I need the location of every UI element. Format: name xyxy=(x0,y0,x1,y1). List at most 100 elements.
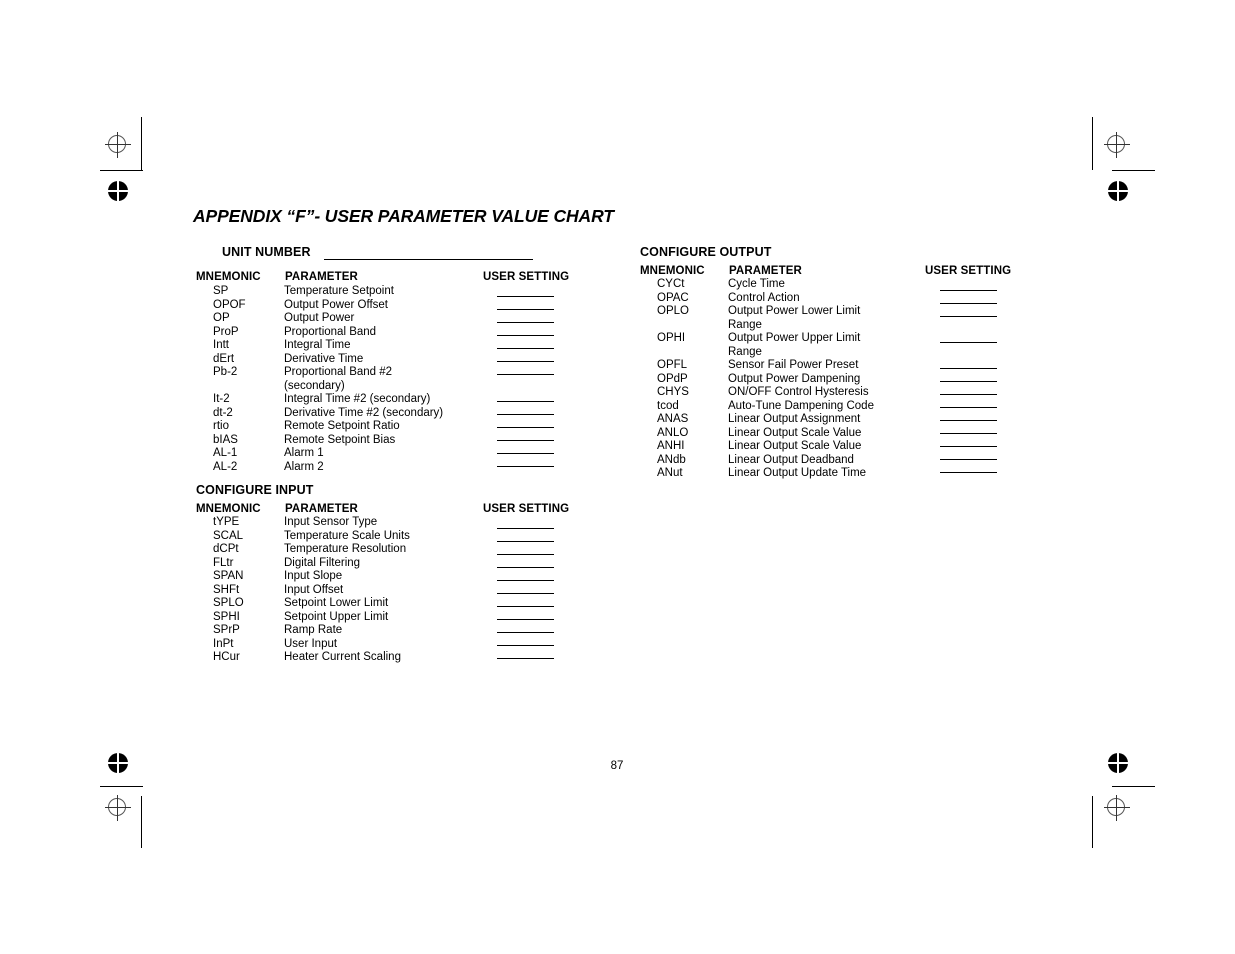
user-setting-line[interactable] xyxy=(497,619,554,620)
row-parameter: Input Slope xyxy=(284,570,343,582)
row-parameter: Temperature Scale Units xyxy=(284,529,410,542)
column-header-parameter-input: PARAMETER xyxy=(285,503,358,515)
user-setting-line[interactable] xyxy=(497,580,554,581)
user-setting-line[interactable] xyxy=(940,433,997,434)
row-parameter: Derivative Time xyxy=(284,352,364,365)
table-row: OP Output Power xyxy=(196,312,556,326)
user-setting-line[interactable] xyxy=(940,368,997,369)
table-row-continuation: Range xyxy=(640,319,1000,333)
registration-dot-icon-top-left xyxy=(108,181,128,201)
user-setting-line[interactable] xyxy=(940,420,997,421)
row-mnemonic: SHFt xyxy=(213,583,240,596)
row-parameter: Linear Output Assignment xyxy=(728,413,861,425)
row-mnemonic: ANHI xyxy=(657,440,685,452)
table-row: ANut Linear Output Update Time xyxy=(640,467,1000,481)
row-mnemonic: bIAS xyxy=(213,433,238,446)
user-setting-line[interactable] xyxy=(940,407,997,408)
registration-target-icon-top-right xyxy=(1104,132,1130,158)
row-parameter: Range xyxy=(728,345,762,358)
row-mnemonic: OPOF xyxy=(213,298,246,311)
row-mnemonic: Pb-2 xyxy=(213,366,238,378)
column-header-user-setting-input: USER SETTING xyxy=(483,503,570,515)
crop-mark-top-right-horizontal xyxy=(1112,170,1155,171)
page-number: 87 xyxy=(610,760,624,772)
section-heading-configure-output: CONFIGURE OUTPUT xyxy=(640,245,772,259)
user-setting-line[interactable] xyxy=(497,645,554,646)
row-parameter: Proportional Band #2 xyxy=(284,366,393,378)
user-setting-line[interactable] xyxy=(497,427,554,428)
user-setting-line[interactable] xyxy=(940,394,997,395)
row-parameter: Remote Setpoint Bias xyxy=(284,433,396,446)
table-row: AL-2 Alarm 2 xyxy=(196,461,556,475)
user-setting-line[interactable] xyxy=(497,528,554,529)
row-parameter: Output Power xyxy=(284,312,355,324)
unit-number-input-line[interactable] xyxy=(324,259,533,260)
row-parameter: Sensor Fail Power Preset xyxy=(728,359,859,371)
crop-mark-bottom-left-vertical xyxy=(141,796,142,848)
row-mnemonic: InPt xyxy=(213,637,234,650)
user-setting-line[interactable] xyxy=(497,567,554,568)
table-row: SPHI Setpoint Upper Limit xyxy=(196,611,556,625)
user-setting-line[interactable] xyxy=(497,414,554,415)
row-mnemonic: ANut xyxy=(657,467,683,479)
user-setting-line[interactable] xyxy=(497,348,554,349)
row-parameter: Remote Setpoint Ratio xyxy=(284,420,400,432)
user-setting-line[interactable] xyxy=(497,658,554,659)
column-header-parameter-left: PARAMETER xyxy=(285,271,358,283)
user-setting-line[interactable] xyxy=(940,303,997,304)
crop-mark-bottom-right-horizontal xyxy=(1112,786,1155,787)
user-setting-line[interactable] xyxy=(497,606,554,607)
row-mnemonic: FLtr xyxy=(213,556,234,569)
user-setting-line[interactable] xyxy=(940,459,997,460)
row-mnemonic: OPLO xyxy=(657,305,689,317)
table-row: OPFL Sensor Fail Power Preset xyxy=(640,359,1000,373)
user-setting-line[interactable] xyxy=(497,296,554,297)
registration-target-icon-bottom-left xyxy=(105,795,131,821)
row-parameter: Output Power Upper Limit xyxy=(728,332,861,344)
user-setting-line[interactable] xyxy=(497,401,554,402)
row-mnemonic: OPdP xyxy=(657,372,688,385)
user-setting-line[interactable] xyxy=(940,472,997,473)
row-parameter: Ramp Rate xyxy=(284,624,343,636)
user-setting-line[interactable] xyxy=(497,593,554,594)
user-setting-line[interactable] xyxy=(940,342,997,343)
user-setting-line[interactable] xyxy=(497,374,554,375)
user-setting-line[interactable] xyxy=(497,632,554,633)
row-mnemonic: SPAN xyxy=(213,570,244,582)
section-heading-configure-input: CONFIGURE INPUT xyxy=(196,483,314,497)
row-parameter: Input Sensor Type xyxy=(284,516,378,528)
column-header-user-setting-left: USER SETTING xyxy=(483,271,570,283)
user-setting-line[interactable] xyxy=(940,316,997,317)
table-row: SPAN Input Slope xyxy=(196,570,556,584)
row-mnemonic: SPHI xyxy=(213,610,240,623)
user-setting-line[interactable] xyxy=(497,440,554,441)
user-setting-line[interactable] xyxy=(940,446,997,447)
column-header-parameter-output: PARAMETER xyxy=(729,265,802,277)
row-parameter: Alarm 2 xyxy=(284,460,324,473)
unit-number-rows: SP Temperature Setpoint OPOF Output Power … xyxy=(196,285,556,474)
row-parameter: Derivative Time #2 (secondary) xyxy=(284,406,444,419)
table-row: Intt Integral Time xyxy=(196,339,556,353)
row-mnemonic: AL-2 xyxy=(213,460,238,473)
user-setting-line[interactable] xyxy=(497,361,554,362)
user-setting-line[interactable] xyxy=(940,381,997,382)
user-setting-line[interactable] xyxy=(940,290,997,291)
table-row: OPdP Output Power Dampening xyxy=(640,373,1000,387)
user-setting-line[interactable] xyxy=(497,466,554,467)
user-setting-line[interactable] xyxy=(497,335,554,336)
row-mnemonic: tYPE xyxy=(213,516,240,528)
row-parameter: Alarm 1 xyxy=(284,447,324,459)
user-setting-line[interactable] xyxy=(497,554,554,555)
configure-input-rows: tYPE Input Sensor Type SCAL Temperature Sc… xyxy=(196,516,556,665)
row-mnemonic: dErt xyxy=(213,352,235,365)
row-mnemonic: SPrP xyxy=(213,624,240,636)
registration-dot-icon-bottom-right xyxy=(1108,753,1128,773)
user-setting-line[interactable] xyxy=(497,541,554,542)
user-setting-line[interactable] xyxy=(497,453,554,454)
user-setting-line[interactable] xyxy=(497,309,554,310)
row-mnemonic: SPLO xyxy=(213,597,244,609)
row-mnemonic: OPAC xyxy=(657,291,689,304)
row-mnemonic: OP xyxy=(213,312,230,324)
user-setting-line[interactable] xyxy=(497,322,554,323)
table-row: SPrP Ramp Rate xyxy=(196,624,556,638)
